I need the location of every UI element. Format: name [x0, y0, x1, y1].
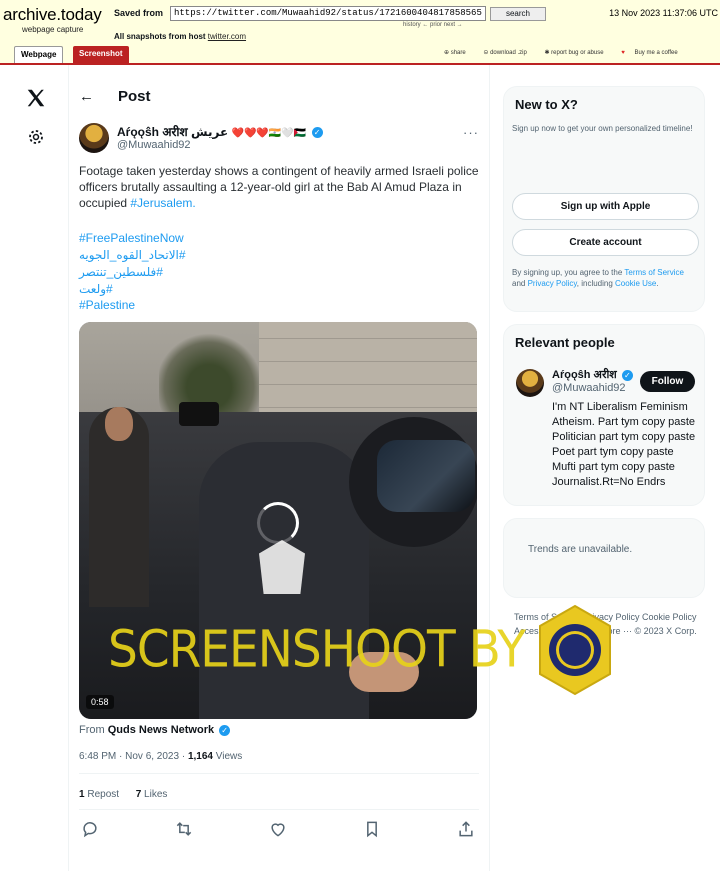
author-name-text: Aŕǫǫŝh अरीश عریش: [117, 125, 229, 139]
saved-from-label: Saved from: [114, 8, 164, 18]
likes-stat[interactable]: 7 Likes: [136, 789, 168, 800]
relevant-person-handle[interactable]: @Muwaahid92: [552, 382, 626, 394]
back-arrow-icon[interactable]: ←: [79, 88, 94, 105]
snapshots-label: All snapshots from host twitter.com: [114, 32, 246, 41]
follow-button[interactable]: Follow: [640, 371, 695, 392]
verified-badge-icon: ✓: [311, 127, 323, 139]
author-handle[interactable]: @Muwaahid92: [117, 139, 191, 151]
relevant-person-bio: I'm NT Liberalism Feminism Atheism. Part…: [552, 401, 696, 488]
timestamp-text[interactable]: 6:48 PM · Nov 6, 2023 ·: [79, 751, 188, 762]
archive-divider: [0, 63, 720, 65]
archive-subtitle: webpage capture: [22, 25, 84, 34]
divider: [79, 809, 479, 810]
reply-icon[interactable]: [80, 819, 100, 839]
new-to-x-card: New to X? Sign up now to get your own pe…: [503, 86, 705, 312]
archive-logo[interactable]: archive.today: [3, 5, 102, 25]
signup-terms: By signing up, you agree to the Terms of…: [512, 267, 697, 289]
download-label: download .zip: [490, 50, 527, 56]
relevant-person-avatar[interactable]: [516, 369, 544, 397]
column-border-left: [68, 65, 69, 871]
likes-count: 7: [135, 789, 142, 800]
terms-link[interactable]: Terms of Service: [624, 268, 684, 277]
video-scene-face: [105, 407, 133, 441]
reposts-stat[interactable]: 1 Repost: [79, 789, 119, 800]
trends-card: Trends are unavailable.: [503, 518, 705, 598]
archive-date: 13 Nov 2023 11:37:06 UTC: [609, 8, 718, 18]
author-name[interactable]: Aŕǫǫŝh अरीश عریش ❤️❤️❤️🇮🇳🤍🇵🇸 ✓: [117, 123, 323, 140]
settings-gear-icon[interactable]: [27, 128, 45, 146]
terms-including: , including: [576, 279, 616, 288]
share-label: share: [450, 50, 466, 56]
divider: [79, 773, 479, 774]
tab-webpage[interactable]: Webpage: [14, 46, 64, 64]
signup-apple-label: Sign up with Apple: [560, 201, 651, 212]
share-link[interactable]: ⊕ share: [444, 50, 474, 56]
coffee-label: Buy me a coffee: [634, 50, 678, 56]
archive-actions: ⊕ share ⊝ download .zip ✱ report bug or …: [444, 49, 694, 56]
video-scene-camera: [179, 402, 219, 426]
author-emoji: ❤️❤️❤️🇮🇳🤍🇵🇸: [231, 128, 307, 139]
repost-icon[interactable]: [174, 819, 194, 839]
column-border-right: [489, 65, 490, 871]
new-to-x-subtitle: Sign up now to get your own personalized…: [512, 124, 693, 133]
loading-spinner-icon: [257, 502, 299, 544]
engagement-stats: 1 Repost 7 Likes: [79, 789, 167, 800]
trends-message: Trends are unavailable.: [528, 544, 633, 555]
from-label: From: [79, 724, 105, 736]
video-duration: 0:58: [86, 695, 114, 709]
tweet-timestamp: 6:48 PM · Nov 6, 2023 · 1,164 Views: [79, 751, 242, 762]
report-label: report bug or abuse: [551, 50, 604, 56]
terms-prefix: By signing up, you agree to the: [512, 268, 625, 277]
hashtag-jerusalem[interactable]: #Jerusalem.: [130, 196, 195, 210]
hashtag-arabic-1[interactable]: #الاتحاد_القوه_الجويه: [79, 248, 186, 262]
reposts-count: 1: [79, 789, 85, 800]
signup-apple-button[interactable]: Sign up with Apple: [512, 193, 699, 220]
source-verified-icon: ✓: [219, 724, 231, 736]
relevant-people-card: Relevant people Aŕǫǫŝh अरीश ✓ @Muwaahid9…: [503, 324, 705, 506]
share-icon[interactable]: [456, 819, 476, 839]
tab-screenshot[interactable]: Screenshot: [73, 46, 129, 63]
terms-end: .: [656, 279, 659, 288]
likes-label: Likes: [144, 789, 168, 800]
watermark-text: SCREENSHOOT BY: [108, 620, 526, 680]
bookmark-icon[interactable]: [362, 819, 382, 839]
hashtag-arabic-2[interactable]: #فلسطين_تنتصر: [79, 265, 163, 279]
tweet-text: Footage taken yesterday shows a continge…: [79, 163, 479, 211]
page-title: Post: [118, 88, 151, 105]
source-account-link[interactable]: Quds News Network: [108, 724, 214, 736]
archive-url-field[interactable]: https://twitter.com/Muwaahid92/status/17…: [170, 6, 486, 21]
coffee-link[interactable]: ♥ Buy me a coffee: [621, 50, 685, 56]
snapshots-text: All snapshots from host: [114, 32, 206, 41]
archive-search-button[interactable]: search: [490, 7, 546, 21]
archive-header: archive.today webpage capture Saved from…: [0, 0, 720, 64]
create-account-button[interactable]: Create account: [512, 229, 699, 256]
views-label: Views: [215, 751, 243, 762]
video-scene-visor: [377, 440, 475, 512]
relevant-people-title: Relevant people: [515, 335, 615, 350]
relevant-person-name[interactable]: Aŕǫǫŝh अरीश ✓: [552, 367, 633, 382]
snapshots-host-link[interactable]: twitter.com: [208, 32, 246, 41]
hashtag-arabic-3[interactable]: #ولعت: [79, 282, 113, 296]
download-link[interactable]: ⊝ download .zip: [483, 50, 534, 56]
author-avatar[interactable]: [79, 123, 109, 153]
hashtag-palestine[interactable]: #Palestine: [79, 298, 135, 312]
more-options-icon[interactable]: ···: [463, 125, 479, 140]
mafindo-seal-logo: [539, 604, 611, 696]
views-count: 1,164: [187, 751, 213, 762]
hashtag-freepalestinenow[interactable]: #FreePalestineNow: [79, 231, 184, 245]
cookie-link[interactable]: Cookie Use: [615, 279, 656, 288]
verified-badge-icon: ✓: [621, 369, 633, 381]
video-source: From Quds News Network ✓: [79, 724, 231, 736]
reposts-label: Repost: [87, 789, 120, 800]
heart-icon: ♥: [621, 50, 625, 56]
relevant-person-name-text: Aŕǫǫŝh अरीश: [552, 369, 617, 381]
terms-and: and: [512, 279, 528, 288]
history-nav[interactable]: history ← prior next →: [403, 22, 463, 28]
like-heart-icon[interactable]: [268, 819, 288, 839]
report-link[interactable]: ✱ report bug or abuse: [544, 50, 611, 56]
privacy-link[interactable]: Privacy Policy: [528, 279, 577, 288]
new-to-x-title: New to X?: [515, 97, 578, 112]
x-logo-icon[interactable]: [25, 87, 47, 109]
